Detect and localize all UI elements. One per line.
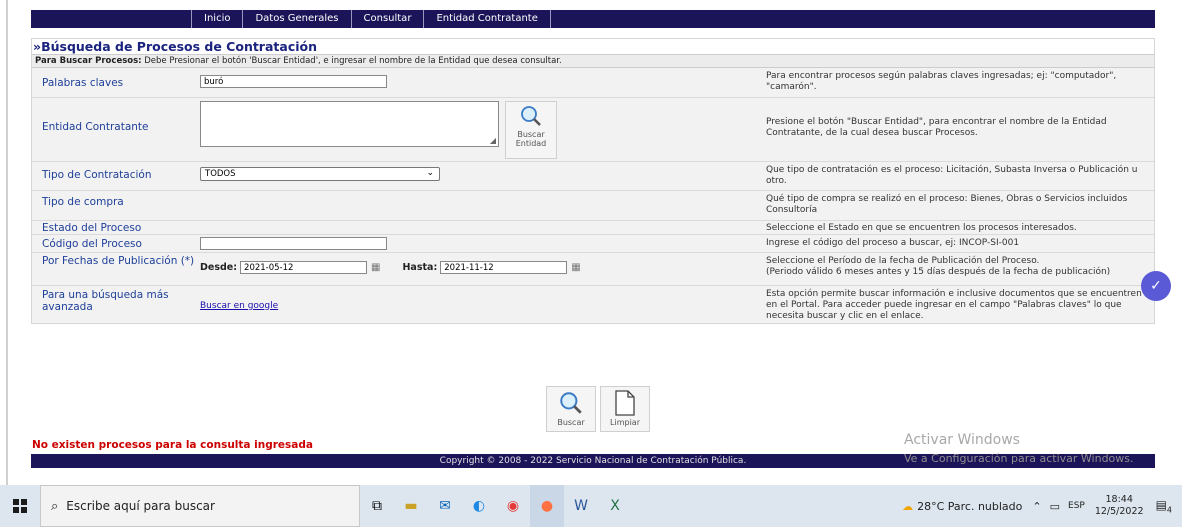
weather-text[interactable]: 28°C Parc. nublado xyxy=(917,500,1022,513)
notification-count: 4 xyxy=(1166,505,1172,515)
buscar-entidad-label-1: Buscar xyxy=(517,129,545,139)
tipo-contratacion-value: TODOS xyxy=(205,168,236,179)
buscar-entidad-label-2: Entidad xyxy=(515,138,547,148)
instructions: Para Buscar Procesos: Debe Presionar el … xyxy=(32,54,1154,68)
entidad-textarea[interactable]: ◢ xyxy=(200,100,499,147)
chevron-up-icon[interactable]: ⌃ xyxy=(1032,500,1041,513)
floating-accessibility-icon[interactable]: ✓ xyxy=(1141,271,1171,301)
label-entidad: Entidad Contratante xyxy=(42,120,149,133)
main-container: Inicio Datos Generales Consultar Entidad… xyxy=(31,10,1155,324)
hasta-date-input[interactable]: 2021-11-12 xyxy=(440,260,568,274)
notifications-icon[interactable]: ▤4 xyxy=(1156,498,1172,514)
row-avanzada: Para una búsqueda más avanzada Buscar en… xyxy=(32,285,1154,323)
browser-page: Inicio Datos Generales Consultar Entidad… xyxy=(0,0,1182,485)
nav-entidad-contratante[interactable]: Entidad Contratante xyxy=(424,10,551,28)
tipo-contratacion-select[interactable]: TODOS ⌄ xyxy=(200,166,440,181)
label-tipo-compra: Tipo de compra xyxy=(42,195,124,208)
row-entidad: Entidad Contratante ◢ Buscar Entidad Pre… xyxy=(32,97,1154,161)
search-icon: ⌕ xyxy=(51,498,59,514)
limpiar-label: Limpiar xyxy=(610,418,640,427)
page-edge xyxy=(6,0,8,485)
help-fechas-1: Seleccione el Período de la fecha de Pub… xyxy=(766,255,1040,266)
page-title: »Búsqueda de Procesos de Contratación xyxy=(32,39,1154,54)
row-codigo: Código del Proceso Ingrese el código del… xyxy=(32,234,1154,252)
nav-consultar[interactable]: Consultar xyxy=(352,10,425,28)
codigo-proceso-input[interactable] xyxy=(200,236,387,250)
chevron-down-icon: ⌄ xyxy=(426,167,434,178)
label-fechas: Por Fechas de Publicación (*) xyxy=(42,254,195,267)
help-tipo-compra: Qué tipo de compra se realizó en el proc… xyxy=(766,193,1128,215)
buscar-en-google-link[interactable]: Buscar en google xyxy=(200,301,278,311)
blank-page-icon xyxy=(615,390,635,416)
row-tipo-compra: Tipo de compra Qué tipo de compra se rea… xyxy=(32,190,1154,220)
row-fechas: Por Fechas de Publicación (*) Desde: 202… xyxy=(32,252,1154,285)
taskbar-search[interactable]: ⌕ Escribe aquí para buscar xyxy=(40,485,360,527)
taskbar-search-placeholder: Escribe aquí para buscar xyxy=(66,499,215,513)
system-tray: ☁ 28°C Parc. nublado ⌃ ▭ ESP 18:44 12/5/… xyxy=(902,485,1172,527)
nav-datos-generales[interactable]: Datos Generales xyxy=(243,10,352,28)
magnifier-icon xyxy=(560,392,582,414)
buscar-label: Buscar xyxy=(557,418,585,427)
no-results-message: No existen procesos para la consulta ing… xyxy=(32,439,313,451)
firefox-icon[interactable]: ● xyxy=(530,485,564,527)
file-explorer-icon[interactable]: ▬ xyxy=(394,485,428,527)
buscar-button[interactable]: Buscar xyxy=(546,386,596,432)
instructions-label: Para Buscar Procesos: xyxy=(35,56,142,66)
action-buttons: Buscar Limpiar xyxy=(546,386,650,432)
palabras-claves-input[interactable]: buró xyxy=(200,75,387,88)
form-table: Palabras claves buró Para encontrar proc… xyxy=(32,68,1154,323)
network-icon[interactable]: ▭ xyxy=(1050,500,1060,513)
row-palabras: Palabras claves buró Para encontrar proc… xyxy=(32,68,1154,97)
word-icon[interactable]: W xyxy=(564,485,598,527)
outlook-icon[interactable]: ✉ xyxy=(428,485,462,527)
buscar-entidad-button[interactable]: Buscar Entidad xyxy=(505,100,557,159)
help-estado: Seleccione el Estado en que se encuentre… xyxy=(766,222,1077,233)
label-estado: Estado del Proceso xyxy=(42,221,142,234)
help-tipo-contratacion: Que tipo de contratación es el proceso: … xyxy=(766,164,1138,186)
nav-inicio[interactable]: Inicio xyxy=(191,10,244,28)
help-codigo: Ingrese el código del proceso a buscar, … xyxy=(766,237,1020,248)
help-palabras: Para encontrar procesos según palabras c… xyxy=(766,71,1117,92)
resize-grip-icon[interactable]: ◢ xyxy=(490,136,496,145)
help-avanzada: Esta opción permite buscar información e… xyxy=(766,288,1142,321)
clock-date: 12/5/2022 xyxy=(1094,506,1144,517)
activation-watermark-title: Activar Windows xyxy=(904,432,1020,448)
row-tipo-contratacion: Tipo de Contratación TODOS ⌄ Que tipo de … xyxy=(32,161,1154,190)
label-tipo-contratacion: Tipo de Contratación xyxy=(42,168,152,181)
top-navbar: Inicio Datos Generales Consultar Entidad… xyxy=(31,10,1155,28)
weather-icon: ☁ xyxy=(902,499,914,513)
hasta-label: Hasta: xyxy=(402,261,438,273)
desde-date-input[interactable]: 2021-05-12 xyxy=(240,260,368,274)
search-form: »Búsqueda de Procesos de Contratación Pa… xyxy=(31,38,1155,324)
magnifier-icon xyxy=(521,105,541,126)
help-fechas-2: (Periodo válido 6 meses antes y 15 días … xyxy=(766,266,1111,277)
desde-label: Desde: xyxy=(200,261,238,273)
windows-start-icon[interactable] xyxy=(0,485,40,527)
instructions-text: Debe Presionar el botón 'Buscar Entidad'… xyxy=(141,56,562,66)
chrome-icon[interactable]: ◉ xyxy=(496,485,530,527)
windows-taskbar: ⌕ Escribe aquí para buscar ⧉ ▬ ✉ ◐ ◉ ● W… xyxy=(0,485,1182,527)
calendar-icon[interactable]: ▦ xyxy=(571,262,580,273)
help-entidad: Presione el botón "Buscar Entidad", para… xyxy=(766,116,1107,138)
row-estado: Estado del Proceso Seleccione el Estado … xyxy=(32,220,1154,234)
label-palabras: Palabras claves xyxy=(42,77,124,89)
excel-icon[interactable]: X xyxy=(598,485,632,527)
clock[interactable]: 18:44 12/5/2022 xyxy=(1095,494,1144,518)
clock-time: 18:44 xyxy=(1105,494,1133,505)
label-codigo: Código del Proceso xyxy=(42,237,142,250)
label-avanzada: Para una búsqueda más avanzada xyxy=(42,288,169,313)
activation-watermark-text: Ve a Configuración para activar Windows. xyxy=(904,452,1134,465)
language-indicator[interactable]: ESP xyxy=(1068,501,1085,511)
task-view-icon[interactable]: ⧉ xyxy=(360,485,394,527)
edge-icon[interactable]: ◐ xyxy=(462,485,496,527)
limpiar-button[interactable]: Limpiar xyxy=(600,386,650,432)
calendar-icon[interactable]: ▦ xyxy=(371,262,380,273)
